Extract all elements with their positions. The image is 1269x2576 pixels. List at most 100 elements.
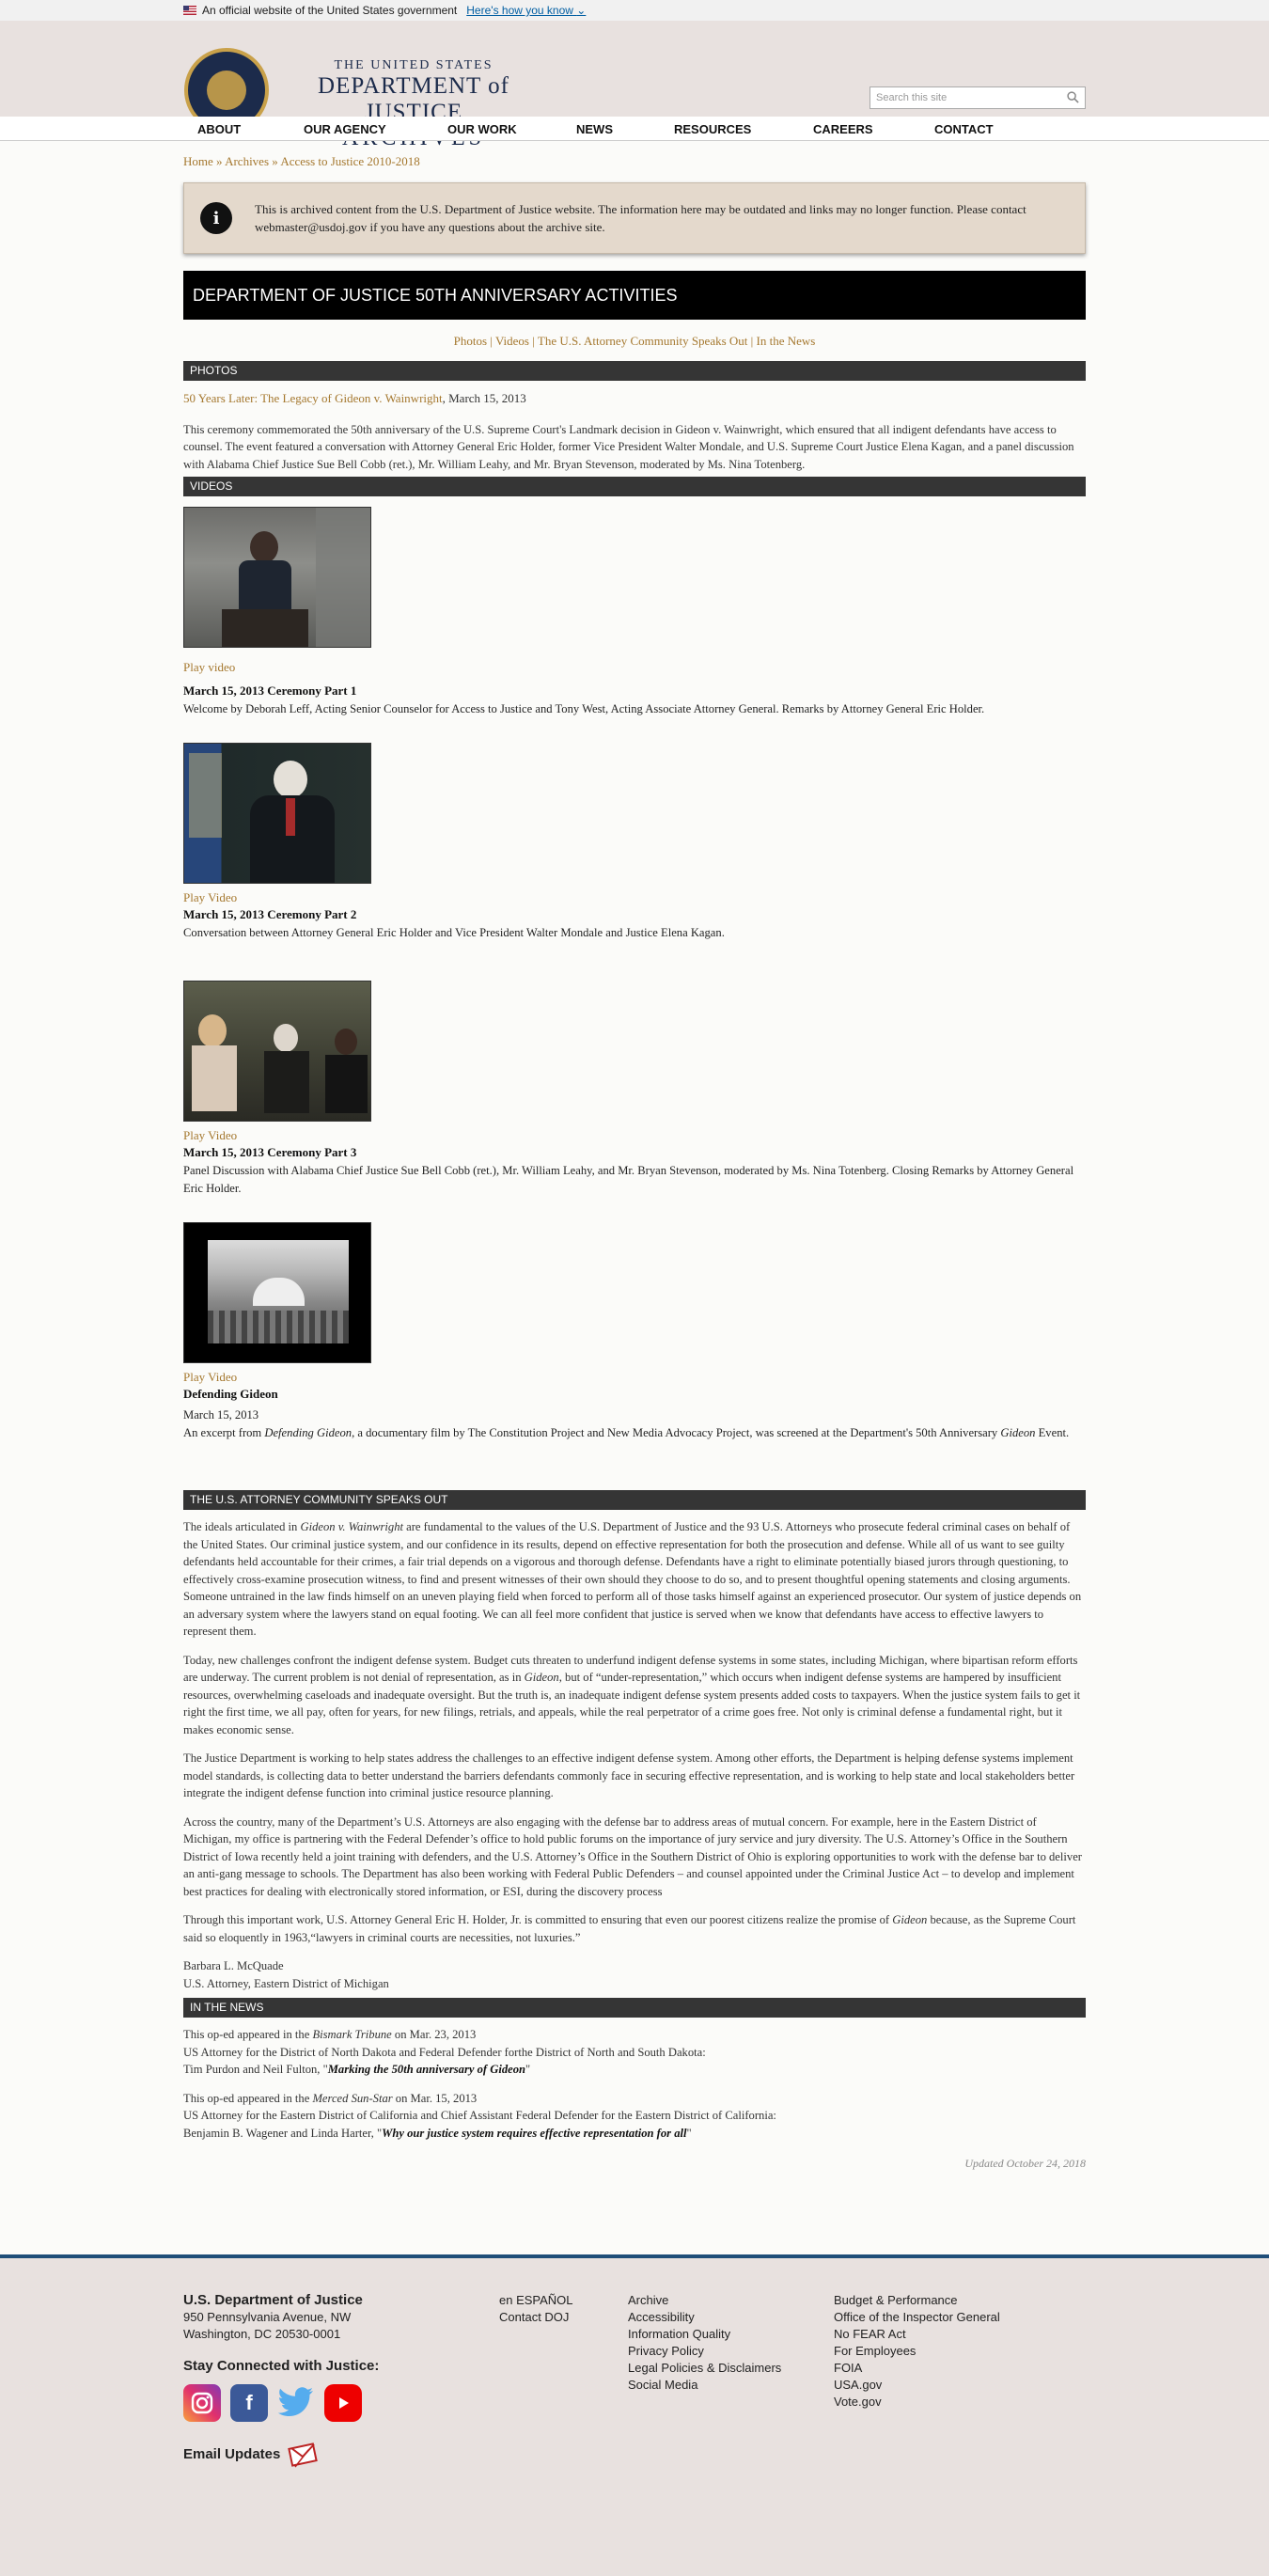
nav-news[interactable]: NEWS <box>576 122 613 136</box>
search-input[interactable]: Search this site <box>870 86 1086 109</box>
breadcrumb-home[interactable]: Home <box>183 154 213 168</box>
subnav-speaks-out[interactable]: The U.S. Attorney Community Speaks Out <box>538 334 748 348</box>
footer-link-no-fear-act[interactable]: No FEAR Act <box>834 2326 1000 2343</box>
main-content: Home » Archives » Access to Justice 2010… <box>183 150 1086 2173</box>
email-updates[interactable]: Email Updates <box>183 2441 379 2469</box>
search-icon[interactable] <box>1067 91 1079 103</box>
speaks-out-paragraph-3: The Justice Department is working to hel… <box>183 1751 1075 1799</box>
video-thumbnail[interactable] <box>183 507 371 648</box>
email-envelope-icon[interactable] <box>288 2441 320 2469</box>
news-heading: IN THE NEWS <box>183 1998 1086 2018</box>
nav-our-agency[interactable]: OUR AGENCY <box>304 122 386 136</box>
chevron-down-icon: ⌄ <box>576 4 587 17</box>
instagram-icon[interactable] <box>183 2384 221 2422</box>
nav-careers[interactable]: CAREERS <box>813 122 873 136</box>
footer-link-privacy-policy[interactable]: Privacy Policy <box>628 2343 781 2360</box>
search-placeholder: Search this site <box>876 92 948 103</box>
social-icons: f <box>183 2384 379 2422</box>
nav-our-work[interactable]: OUR WORK <box>447 122 517 136</box>
subnav-photos[interactable]: Photos <box>454 334 487 348</box>
video-date: March 15, 2013 <box>183 1408 259 1422</box>
desc-emphasis: Gideon <box>1000 1425 1036 1439</box>
speaks-out-paragraph-4: Across the country, many of the Departme… <box>183 1814 1082 1898</box>
footer-link-foia[interactable]: FOIA <box>834 2360 1000 2377</box>
breadcrumb-sep: » <box>212 154 226 168</box>
twitter-icon[interactable] <box>277 2384 315 2422</box>
news-item: This op-ed appeared in the Bismark Tribu… <box>183 2026 1086 2079</box>
speaks-out-paragraph-5: Through this important work, U.S. Attorn… <box>183 1911 1086 1946</box>
news-line-1: This op-ed appeared in the Merced Sun-St… <box>183 2090 1086 2108</box>
nav-about[interactable]: ABOUT <box>197 122 241 136</box>
video-description: Panel Discussion with Alabama Chief Just… <box>183 1164 1074 1195</box>
publication-name: Merced Sun-Star <box>312 2091 393 2105</box>
photos-date: , March 15, 2013 <box>442 391 526 405</box>
info-icon: i <box>200 202 232 234</box>
play-video-link[interactable]: Play Video <box>183 890 237 904</box>
signature-title: U.S. Attorney, Eastern District of Michi… <box>183 1976 389 1990</box>
subnav-news[interactable]: In the News <box>757 334 816 348</box>
video-item: Play Video March 15, 2013 Ceremony Part … <box>183 981 1086 1197</box>
speaks-out-paragraph-2: Today, new challenges confront the indig… <box>183 1652 1086 1739</box>
subnav-videos[interactable]: Videos <box>495 334 529 348</box>
para-text: are fundamental to the values of the U.S… <box>183 1520 1082 1638</box>
play-video-link[interactable]: Play video <box>183 660 235 674</box>
news-article-link[interactable]: Why our justice system requires effectiv… <box>382 2127 686 2140</box>
news-text: Benjamin B. Wagener and Linda Harter, " <box>183 2126 383 2140</box>
footer-link-legal-policies[interactable]: Legal Policies & Disclaimers <box>628 2360 781 2377</box>
news-text: This op-ed appeared in the <box>183 2028 313 2041</box>
site-footer: U.S. Department of Justice 950 Pennsylva… <box>0 2254 1269 2576</box>
video-thumbnail[interactable] <box>183 1222 371 1363</box>
nav-contact[interactable]: CONTACT <box>934 122 994 136</box>
breadcrumb-current[interactable]: Access to Justice 2010-2018 <box>280 154 419 168</box>
video-description: Welcome by Deborah Leff, Acting Senior C… <box>183 702 985 715</box>
para-emphasis: Gideon <box>892 1913 928 1926</box>
footer-link-contact-doj[interactable]: Contact DOJ <box>499 2309 573 2326</box>
gov-banner-text: An official website of the United States… <box>202 4 458 17</box>
masthead: THE UNITED STATES DEPARTMENT of JUSTICE … <box>0 21 1269 150</box>
email-updates-label: Email Updates <box>183 2446 281 2462</box>
section-subnav: Photos | Videos | The U.S. Attorney Comm… <box>183 334 1086 349</box>
facebook-icon[interactable]: f <box>230 2384 268 2422</box>
footer-link-social-media[interactable]: Social Media <box>628 2377 781 2394</box>
video-item: Play video March 15, 2013 Ceremony Part … <box>183 507 1086 718</box>
news-text: on Mar. 23, 2013 <box>391 2028 477 2041</box>
breadcrumb: Home » Archives » Access to Justice 2010… <box>183 154 1086 169</box>
stay-connected-heading: Stay Connected with Justice: <box>183 2358 380 2374</box>
footer-link-inspector-general[interactable]: Office of the Inspector General <box>834 2309 1000 2326</box>
us-flag-icon <box>183 6 196 15</box>
desc-text: An excerpt from <box>183 1425 265 1439</box>
breadcrumb-archives[interactable]: Archives <box>225 154 269 168</box>
subnav-sep: | <box>487 334 495 348</box>
news-article-link[interactable]: Marking the 50th anniversary of Gideon <box>328 2063 525 2076</box>
subnav-sep: | <box>529 334 538 348</box>
footer-link-information-quality[interactable]: Information Quality <box>628 2326 781 2343</box>
main-nav: ABOUT OUR AGENCY OUR WORK NEWS RESOURCES… <box>0 117 1269 141</box>
photos-link[interactable]: 50 Years Later: The Legacy of Gideon v. … <box>183 391 443 405</box>
footer-link-archive[interactable]: Archive <box>628 2292 781 2309</box>
footer-link-budget[interactable]: Budget & Performance <box>834 2292 1000 2309</box>
youtube-icon[interactable] <box>324 2384 362 2422</box>
nav-resources[interactable]: RESOURCES <box>674 122 751 136</box>
heres-how-you-know-link[interactable]: Here's how you know ⌄ <box>466 4 586 17</box>
footer-org: U.S. Department of Justice <box>183 2292 363 2308</box>
footer-link-vote-gov[interactable]: Vote.gov <box>834 2394 1000 2411</box>
video-thumbnail[interactable] <box>183 742 371 884</box>
footer-link-accessibility[interactable]: Accessibility <box>628 2309 781 2326</box>
photos-line: 50 Years Later: The Legacy of Gideon v. … <box>183 390 1086 408</box>
footer-link-espanol[interactable]: en ESPAÑOL <box>499 2292 573 2309</box>
video-title: March 15, 2013 Ceremony Part 2 <box>183 906 357 921</box>
footer-link-for-employees[interactable]: For Employees <box>834 2343 1000 2360</box>
news-item: This op-ed appeared in the Merced Sun-St… <box>183 2090 1086 2143</box>
para-text: The ideals articulated in <box>183 1520 301 1533</box>
play-video-link[interactable]: Play Video <box>183 1128 237 1142</box>
video-item: Play Video March 15, 2013 Ceremony Part … <box>183 742 1086 942</box>
archive-notice-text: This is archived content from the U.S. D… <box>255 202 1026 234</box>
video-thumbnail[interactable] <box>183 981 371 1122</box>
video-title: March 15, 2013 Ceremony Part 1 <box>183 683 357 698</box>
desc-text: Event. <box>1035 1425 1070 1439</box>
footer-link-usa-gov[interactable]: USA.gov <box>834 2377 1000 2394</box>
play-video-link[interactable]: Play Video <box>183 1370 237 1384</box>
footer-address-1: 950 Pennsylvania Avenue, NW <box>183 2310 352 2324</box>
publication-name: Bismark Tribune <box>312 2028 392 2041</box>
subnav-sep: | <box>747 334 757 348</box>
